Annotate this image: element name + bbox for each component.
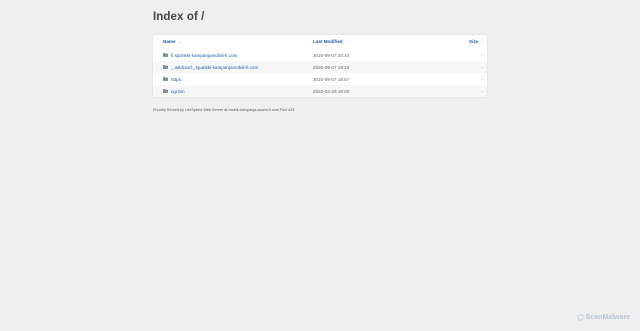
watermark-text: ScanMalware <box>585 314 630 321</box>
shield-icon <box>577 314 584 321</box>
modified-date: 2025-09-07 19:34 <box>313 65 350 70</box>
folder-icon <box>163 52 168 57</box>
file-link[interactable]: cgi-bin <box>171 89 185 94</box>
table-header: Name ↕ Last Modified ↓ Size ↕ <box>153 35 487 49</box>
folder-icon <box>163 88 168 93</box>
column-header-name[interactable]: Name ↕ <box>163 39 180 44</box>
directory-listing: Name ↕ Last Modified ↓ Size ↕ fi.spankki-ka… <box>153 35 487 97</box>
watermark: ScanMalware <box>577 314 630 321</box>
file-link[interactable]: https: <box>171 77 182 82</box>
folder-icon <box>163 64 168 69</box>
file-link[interactable]: _.wildcard._spankki-kampanjamobili-fi.co… <box>171 65 258 70</box>
column-header-modified-label: Last Modified <box>313 39 343 44</box>
sort-icon: ↕ <box>178 40 181 44</box>
file-link[interactable]: fi.spankki-kampanjamobili-fi.com <box>171 53 237 58</box>
modified-date: 2025-09-07 18:57 <box>313 77 350 82</box>
server-footer: Proudly Served by LiteSpeed Web Server a… <box>153 108 295 112</box>
file-size: - <box>481 77 483 82</box>
file-size: - <box>481 65 483 70</box>
sort-icon: ↕ <box>481 40 483 44</box>
column-header-name-label: Name <box>163 39 176 44</box>
table-row[interactable]: fi.spankki-kampanjamobili-fi.com 2025-09… <box>153 49 487 61</box>
column-header-size-label: Size <box>469 39 479 44</box>
column-header-size[interactable]: Size ↕ <box>469 39 483 44</box>
sort-icon: ↓ <box>345 40 348 44</box>
table-row[interactable]: cgi-bin 2025-03-29 16:00 - <box>153 85 487 97</box>
table-row[interactable]: https: 2025-09-07 18:57 - <box>153 73 487 85</box>
folder-icon <box>163 76 168 81</box>
column-header-modified[interactable]: Last Modified ↓ <box>313 39 347 44</box>
table-row[interactable]: _.wildcard._spankki-kampanjamobili-fi.co… <box>153 61 487 73</box>
file-size: - <box>481 89 483 94</box>
modified-date: 2025-09-07 20:44 <box>313 53 350 58</box>
page-title: Index of / <box>153 11 205 23</box>
file-size: - <box>481 53 483 58</box>
modified-date: 2025-03-29 16:00 <box>313 89 350 94</box>
